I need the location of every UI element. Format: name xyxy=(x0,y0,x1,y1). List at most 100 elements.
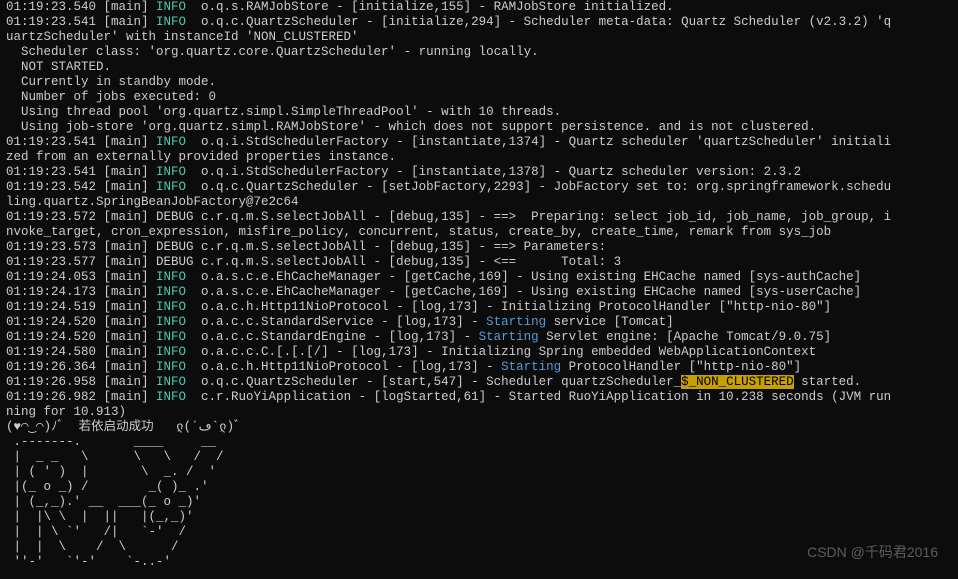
log-text: NOT STARTED. xyxy=(6,60,111,74)
log-text: Servlet engine: [Apache Tomcat/9.0.75] xyxy=(539,330,832,344)
log-line: ning for 10.913) xyxy=(6,405,952,420)
log-level-info: INFO xyxy=(156,15,186,29)
log-line: zed from an externally provided properti… xyxy=(6,150,952,165)
log-text: o.a.c.c.C.[.[.[/] - [log,173] - Initiali… xyxy=(186,345,816,359)
log-line: | (_,_).' __ ___(_ o _)' xyxy=(6,495,952,510)
log-text: 01:19:24.519 [main] xyxy=(6,300,156,314)
log-line: 01:19:23.542 [main] INFO o.q.c.QuartzSch… xyxy=(6,180,952,195)
watermark-text: CSDN @千码君2016 xyxy=(807,544,938,561)
log-line: 01:19:26.958 [main] INFO o.q.c.QuartzSch… xyxy=(6,375,952,390)
log-text: o.q.i.StdSchedulerFactory - [instantiate… xyxy=(186,135,891,149)
log-line: 01:19:23.572 [main] DEBUG c.r.q.m.S.sele… xyxy=(6,210,952,225)
log-line: 01:19:23.541 [main] INFO o.q.i.StdSchedu… xyxy=(6,165,952,180)
log-text: o.q.c.QuartzScheduler - [initialize,294]… xyxy=(186,15,891,29)
log-level-info: INFO xyxy=(156,375,186,389)
log-level-info: INFO xyxy=(156,270,186,284)
keyword-starting: Starting xyxy=(479,330,539,344)
log-line: nvoke_target, cron_expression, misfire_p… xyxy=(6,225,952,240)
log-line: Currently in standby mode. xyxy=(6,75,952,90)
log-text: | | \ / \ / xyxy=(6,540,179,554)
log-line: Scheduler class: 'org.quartz.core.Quartz… xyxy=(6,45,952,60)
log-line: NOT STARTED. xyxy=(6,60,952,75)
log-line: (♥◠‿◠)ﾉﾞ 若依启动成功 ლ(´ڡ`ლ)ﾞ xyxy=(6,420,952,435)
log-text: 01:19:24.580 [main] xyxy=(6,345,156,359)
log-level-info: INFO xyxy=(156,360,186,374)
log-text: o.q.c.QuartzScheduler - [start,547] - Sc… xyxy=(186,375,681,389)
log-line: |(_ o _) / _( )_ .' xyxy=(6,480,952,495)
log-text: Currently in standby mode. xyxy=(6,75,216,89)
log-line: .-------. ____ __ xyxy=(6,435,952,450)
log-line: | _ _ \ \ \ / / xyxy=(6,450,952,465)
log-line: 01:19:24.053 [main] INFO o.a.s.c.e.EhCac… xyxy=(6,270,952,285)
log-text: 01:19:26.982 [main] xyxy=(6,390,156,404)
log-text: 01:19:23.573 [main] DEBUG c.r.q.m.S.sele… xyxy=(6,240,606,254)
log-level-info: INFO xyxy=(156,300,186,314)
log-text: 01:19:23.540 [main] xyxy=(6,0,156,14)
log-text: 01:19:26.958 [main] xyxy=(6,375,156,389)
log-text: Number of jobs executed: 0 xyxy=(6,90,216,104)
log-text: o.a.c.h.Http11NioProtocol - [log,173] - … xyxy=(186,300,831,314)
log-text: Using job-store 'org.quartz.simpl.RAMJob… xyxy=(6,120,816,134)
log-level-info: INFO xyxy=(156,345,186,359)
log-text: ling.quartz.SpringBeanJobFactory@7e2c64 xyxy=(6,195,299,209)
log-text: c.r.RuoYiApplication - [logStarted,61] -… xyxy=(186,390,891,404)
log-text: 01:19:24.520 [main] xyxy=(6,330,156,344)
log-line: uartzScheduler' with instanceId 'NON_CLU… xyxy=(6,30,952,45)
log-line: Using job-store 'org.quartz.simpl.RAMJob… xyxy=(6,120,952,135)
log-line: 01:19:26.364 [main] INFO o.a.c.h.Http11N… xyxy=(6,360,952,375)
log-text: 01:19:23.572 [main] DEBUG c.r.q.m.S.sele… xyxy=(6,210,891,224)
log-text: 01:19:23.542 [main] xyxy=(6,180,156,194)
log-level-info: INFO xyxy=(156,285,186,299)
log-line: 01:19:24.173 [main] INFO o.a.s.c.e.EhCac… xyxy=(6,285,952,300)
log-line: 01:19:24.520 [main] INFO o.a.c.c.Standar… xyxy=(6,315,952,330)
log-line: | ( ' ) | \ _. / ' xyxy=(6,465,952,480)
log-text: o.a.s.c.e.EhCacheManager - [getCache,169… xyxy=(186,285,861,299)
log-level-info: INFO xyxy=(156,135,186,149)
log-text: started. xyxy=(794,375,862,389)
log-level-info: INFO xyxy=(156,315,186,329)
log-text: 01:19:23.541 [main] xyxy=(6,165,156,179)
log-text: 01:19:24.173 [main] xyxy=(6,285,156,299)
log-line: 01:19:23.573 [main] DEBUG c.r.q.m.S.sele… xyxy=(6,240,952,255)
log-text: o.q.c.QuartzScheduler - [setJobFactory,2… xyxy=(186,180,891,194)
log-text: 01:19:23.577 [main] DEBUG c.r.q.m.S.sele… xyxy=(6,255,621,269)
log-text: 01:19:23.541 [main] xyxy=(6,135,156,149)
log-text: (♥◠‿◠)ﾉﾞ 若依启动成功 ლ(´ڡ`ლ)ﾞ xyxy=(6,420,240,434)
log-level-info: INFO xyxy=(156,180,186,194)
log-line: 01:19:24.519 [main] INFO o.a.c.h.Http11N… xyxy=(6,300,952,315)
log-line: 01:19:23.541 [main] INFO o.q.c.QuartzSch… xyxy=(6,15,952,30)
log-text: o.q.s.RAMJobStore - [initialize,155] - R… xyxy=(186,0,674,14)
log-level-info: INFO xyxy=(156,0,186,14)
log-text: 01:19:26.364 [main] xyxy=(6,360,156,374)
log-text: 01:19:24.520 [main] xyxy=(6,315,156,329)
log-line: | | \ `' /| `-' / xyxy=(6,525,952,540)
log-line: 01:19:24.580 [main] INFO o.a.c.c.C.[.[.[… xyxy=(6,345,952,360)
log-line: ling.quartz.SpringBeanJobFactory@7e2c64 xyxy=(6,195,952,210)
log-text: Scheduler class: 'org.quartz.core.Quartz… xyxy=(6,45,539,59)
terminal-output[interactable]: 01:19:23.540 [main] INFO o.q.s.RAMJobSto… xyxy=(0,0,958,570)
log-line: 01:19:23.577 [main] DEBUG c.r.q.m.S.sele… xyxy=(6,255,952,270)
log-text: o.q.i.StdSchedulerFactory - [instantiate… xyxy=(186,165,801,179)
log-text: ning for 10.913) xyxy=(6,405,126,419)
log-text: | _ _ \ \ \ / / xyxy=(6,450,224,464)
log-text: service [Tomcat] xyxy=(546,315,674,329)
log-text: |(_ o _) / _( )_ .' xyxy=(6,480,209,494)
log-line: 01:19:26.982 [main] INFO c.r.RuoYiApplic… xyxy=(6,390,952,405)
log-text: o.a.s.c.e.EhCacheManager - [getCache,169… xyxy=(186,270,861,284)
keyword-starting: Starting xyxy=(486,315,546,329)
log-line: Number of jobs executed: 0 xyxy=(6,90,952,105)
log-line: 01:19:24.520 [main] INFO o.a.c.c.Standar… xyxy=(6,330,952,345)
log-line: | |\ \ | || |(_,_)' xyxy=(6,510,952,525)
log-text: uartzScheduler' with instanceId 'NON_CLU… xyxy=(6,30,359,44)
log-level-info: INFO xyxy=(156,330,186,344)
log-level-info: INFO xyxy=(156,390,186,404)
log-line: 01:19:23.540 [main] INFO o.q.s.RAMJobSto… xyxy=(6,0,952,15)
log-text: 01:19:24.053 [main] xyxy=(6,270,156,284)
log-text: nvoke_target, cron_expression, misfire_p… xyxy=(6,225,831,239)
log-level-info: INFO xyxy=(156,165,186,179)
log-text: | (_,_).' __ ___(_ o _)' xyxy=(6,495,201,509)
log-text: Using thread pool 'org.quartz.simpl.Simp… xyxy=(6,105,561,119)
log-text: zed from an externally provided properti… xyxy=(6,150,396,164)
log-text: | ( ' ) | \ _. / ' xyxy=(6,465,216,479)
log-line: 01:19:23.541 [main] INFO o.q.i.StdSchedu… xyxy=(6,135,952,150)
